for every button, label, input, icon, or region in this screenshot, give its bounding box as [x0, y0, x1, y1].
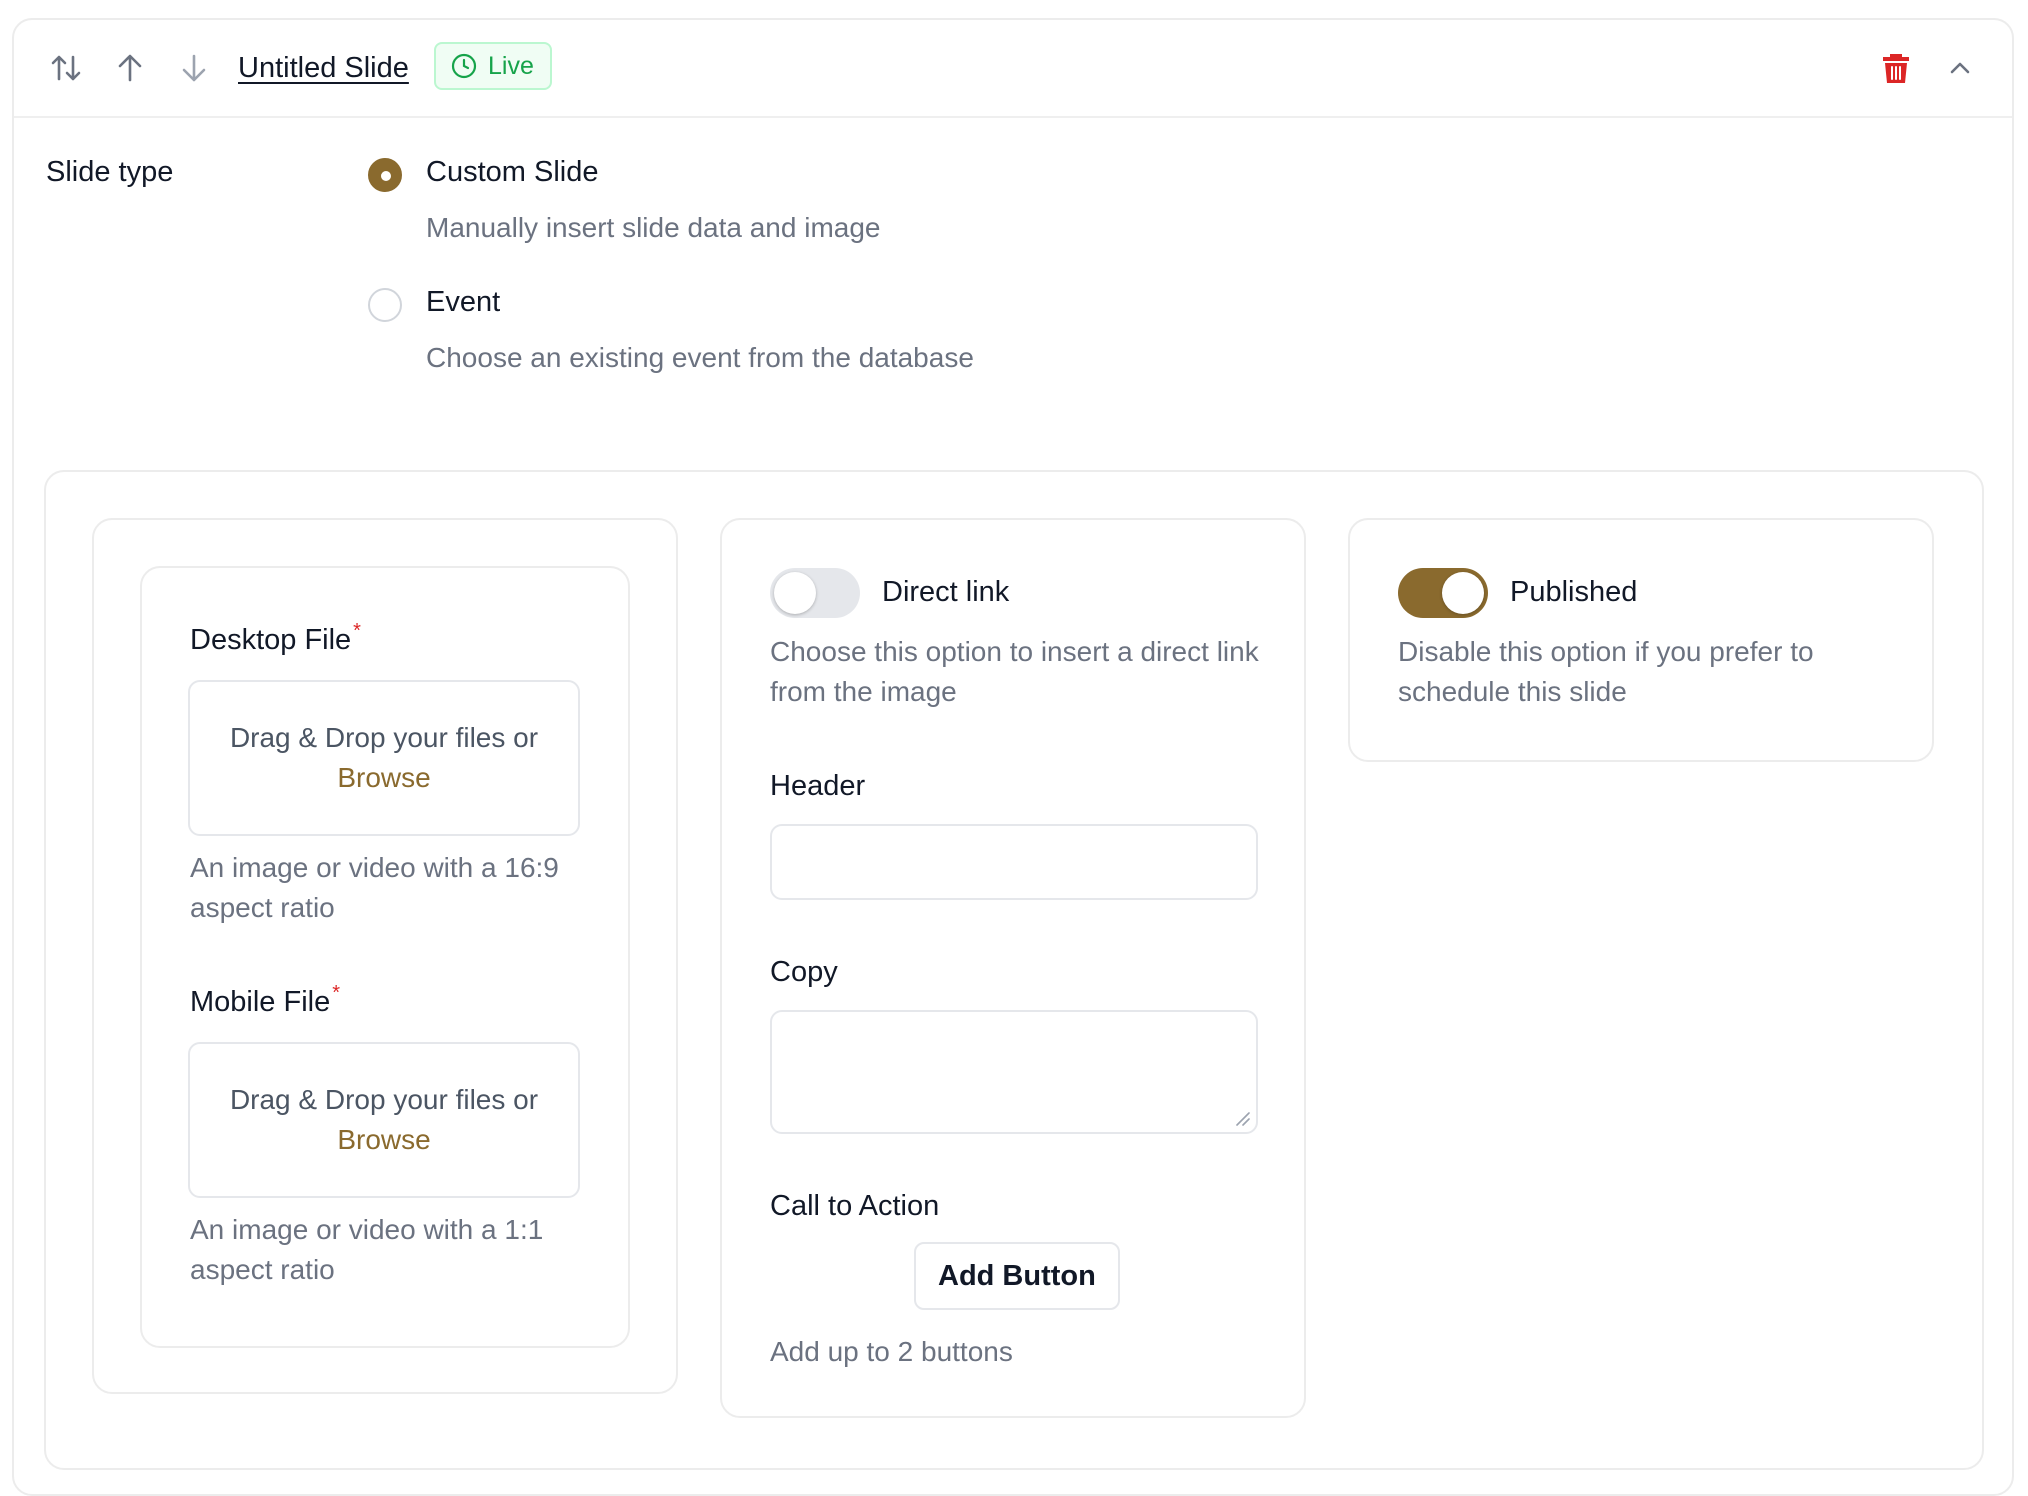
call-to-action-hint: Add up to 2 buttons	[770, 1336, 1013, 1367]
content-card: Direct link Choose this option to insert…	[720, 518, 1306, 1418]
slide-title-link[interactable]: Untitled Slide	[238, 48, 409, 88]
chevron-up-icon[interactable]	[1940, 48, 1980, 88]
status-badge: Live	[434, 42, 552, 90]
desktop-file-dropzone[interactable]: Drag & Drop your files or Browse	[188, 680, 580, 836]
publish-card: Published Disable this option if you pre…	[1348, 518, 1934, 762]
browse-link[interactable]: Browse	[337, 1120, 430, 1160]
swap-vertical-icon[interactable]	[46, 48, 86, 88]
event-radio[interactable]	[368, 288, 402, 322]
header-input[interactable]	[770, 824, 1258, 900]
slide-type-label: Slide type	[46, 156, 174, 188]
mobile-file-dropzone[interactable]: Drag & Drop your files or Browse	[188, 1042, 580, 1198]
radio-title: Custom Slide	[426, 156, 599, 188]
status-badge-label: Live	[488, 51, 534, 80]
slide-editor-card: Untitled Slide Live Slide type Custom Sl…	[12, 18, 2014, 1496]
add-button[interactable]: Add Button	[914, 1242, 1120, 1310]
copy-label: Copy	[770, 956, 838, 988]
media-card: Desktop File * Drag & Drop your files or …	[92, 518, 678, 1394]
radio-title: Event	[426, 286, 501, 318]
radio-description: Choose an existing event from the databa…	[426, 342, 974, 373]
desktop-file-label: Desktop File *	[190, 620, 361, 656]
direct-link-description: Choose this option to insert a direct li…	[770, 636, 1259, 707]
published-label: Published	[1510, 576, 1638, 608]
published-description: Disable this option if you prefer to sch…	[1398, 636, 1814, 707]
published-toggle[interactable]	[1398, 568, 1488, 618]
dropzone-text: Drag & Drop your files or	[229, 722, 539, 753]
toggle-knob	[1442, 572, 1484, 614]
header-label: Header	[770, 770, 866, 802]
clock-icon	[451, 53, 477, 79]
call-to-action-label: Call to Action	[770, 1190, 940, 1222]
mobile-file-hint: An image or video with a 1:1 aspect rati…	[190, 1214, 544, 1285]
dropzone-text: Drag & Drop your files or	[229, 1084, 539, 1115]
browse-link[interactable]: Browse	[337, 758, 430, 798]
arrow-down-icon[interactable]	[174, 48, 214, 88]
desktop-file-hint: An image or video with a 16:9 aspect rat…	[190, 852, 559, 923]
media-uploads: Desktop File * Drag & Drop your files or …	[140, 566, 630, 1348]
copy-textarea[interactable]	[770, 1010, 1258, 1134]
required-mark: *	[332, 982, 341, 1004]
slide-header: Untitled Slide Live	[14, 20, 2012, 118]
arrow-up-icon[interactable]	[110, 48, 150, 88]
resize-grip-icon[interactable]	[1234, 1110, 1250, 1126]
custom-slide-radio[interactable]	[368, 158, 402, 192]
direct-link-toggle[interactable]	[770, 568, 860, 618]
toggle-knob	[774, 572, 816, 614]
mobile-file-label: Mobile File *	[190, 982, 341, 1018]
slide-content-panel: Desktop File * Drag & Drop your files or …	[44, 470, 1984, 1470]
radio-description: Manually insert slide data and image	[426, 212, 881, 243]
trash-icon[interactable]	[1876, 48, 1916, 88]
direct-link-label: Direct link	[882, 576, 1010, 608]
required-mark: *	[353, 620, 361, 642]
